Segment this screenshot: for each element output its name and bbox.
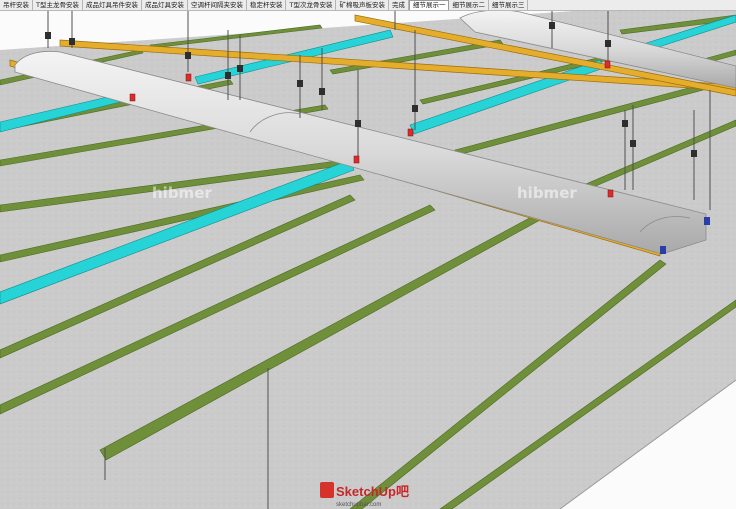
rod-adjuster xyxy=(622,120,628,127)
duct-connector xyxy=(704,217,710,225)
main-runner-clip xyxy=(185,73,192,82)
main-runner-clip xyxy=(607,189,614,198)
rod-adjuster xyxy=(319,88,325,95)
ceiling-model: hibmer hibmer xyxy=(0,10,736,509)
main-runner-clip xyxy=(604,60,611,69)
rod-adjuster xyxy=(225,72,231,79)
scene-tab[interactable]: 成品灯具安装 xyxy=(142,0,188,10)
sketchup-window: 吊杆安装 T型主龙骨安装 成品灯具吊件安装 成品灯具安装 空调杆间隔夹安装 稳定杆安装 T型… xyxy=(0,0,736,509)
scene-tab[interactable]: 细节展示一 xyxy=(408,0,450,10)
logo-subtext: sketchupbar.com xyxy=(336,502,381,508)
scene-tab[interactable]: 成品灯具吊件安装 xyxy=(83,0,142,10)
scene-tab[interactable]: 细节展示三 xyxy=(489,0,529,10)
duct-connector xyxy=(660,246,666,254)
rod-adjuster xyxy=(605,40,611,47)
main-runner-clip xyxy=(129,93,136,102)
logo-text: SketchUp吧 xyxy=(336,484,409,499)
rod-adjuster xyxy=(185,52,191,59)
scene-tab[interactable]: 矿棉吸声板安装 xyxy=(336,0,389,10)
scene-tab[interactable]: T型次龙骨安装 xyxy=(286,0,337,10)
rod-adjuster xyxy=(297,80,303,87)
main-runner-clip xyxy=(407,128,414,137)
watermark: hibmer xyxy=(517,184,577,202)
rod-adjuster xyxy=(355,120,361,127)
3d-viewport[interactable]: hibmer hibmer SketchUp吧 sketchupbar.com xyxy=(0,10,736,509)
watermark: hibmer xyxy=(152,184,212,202)
sketchupbar-logo: SketchUp吧 sketchupbar.com xyxy=(320,482,409,508)
rod-adjuster xyxy=(45,32,51,39)
rod-adjuster xyxy=(630,140,636,147)
rod-adjuster xyxy=(691,150,697,157)
scene-tab[interactable]: 细节展示二 xyxy=(449,0,489,10)
scene-tab[interactable]: 完成 xyxy=(389,0,409,10)
rod-adjuster xyxy=(237,65,243,72)
rod-adjuster xyxy=(69,38,75,45)
rod-adjuster xyxy=(549,22,555,29)
scene-tabs-bar: 吊杆安装 T型主龙骨安装 成品灯具吊件安装 成品灯具安装 空调杆间隔夹安装 稳定杆安装 T型… xyxy=(0,0,736,11)
main-runner-clip xyxy=(353,155,360,164)
scene-tab[interactable]: 空调杆间隔夹安装 xyxy=(188,0,247,10)
scene-tab[interactable]: 吊杆安装 xyxy=(0,0,33,10)
scene-tab[interactable]: T型主龙骨安装 xyxy=(33,0,83,10)
scene-tab[interactable]: 稳定杆安装 xyxy=(247,0,287,10)
logo-mark xyxy=(320,482,334,498)
rod-adjuster xyxy=(412,105,418,112)
